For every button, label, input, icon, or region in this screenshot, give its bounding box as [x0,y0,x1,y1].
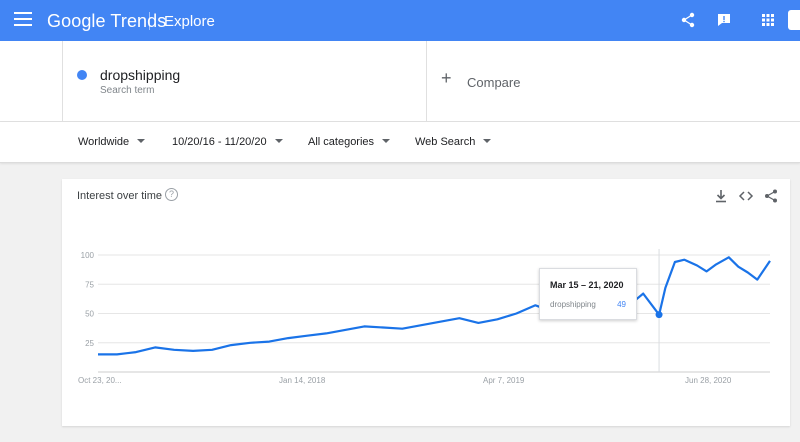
feedback-icon[interactable] [714,10,734,30]
y-tick-label: 100 [81,251,95,260]
search-term-bar: dropshipping Search term + Compare [0,41,800,122]
search-term-name[interactable]: dropshipping [100,67,180,83]
tooltip-value: 49 [617,300,626,309]
data-point[interactable] [154,346,157,349]
data-point[interactable] [325,332,328,335]
data-point[interactable] [192,349,195,352]
data-point[interactable] [705,270,708,273]
data-point[interactable] [135,351,138,354]
data-point[interactable] [458,317,461,320]
date-range-filter[interactable]: 10/20/16 - 11/20/20 [172,136,283,148]
search-term-subtitle: Search term [100,85,155,96]
data-point[interactable] [769,259,772,262]
data-point[interactable] [737,265,740,268]
data-point[interactable] [642,292,645,295]
data-point[interactable] [439,320,442,323]
data-point[interactable] [173,348,176,351]
filter-bar: Worldwide 10/20/16 - 11/20/20 All catego… [0,122,800,163]
tooltip-date: Mar 15 – 21, 2020 [550,280,624,290]
plus-icon: + [441,68,452,88]
apps-grid-icon[interactable] [758,10,778,30]
data-point[interactable] [268,340,271,343]
data-point[interactable] [420,324,423,327]
data-point[interactable] [477,321,480,324]
x-tick-label: Oct 23, 20... [78,376,122,385]
caret-down-icon [137,139,146,143]
data-point[interactable] [116,353,119,356]
region-filter[interactable]: Worldwide [78,136,146,148]
search-type-filter[interactable]: Web Search [415,136,492,148]
x-tick-label: Jun 28, 2020 [685,376,732,385]
data-point[interactable] [344,328,347,331]
series-line-dropshipping[interactable] [98,256,771,356]
caret-down-icon [483,139,492,143]
date-range-label: 10/20/16 - 11/20/20 [172,136,267,148]
y-tick-label: 25 [85,339,94,348]
hover-point[interactable] [655,311,663,319]
data-point[interactable] [363,325,366,328]
share-icon[interactable] [678,10,698,30]
data-point[interactable] [306,334,309,337]
data-point[interactable] [287,337,290,340]
region-filter-label: Worldwide [78,136,130,148]
app-bar: Google Trends Explore [0,0,800,41]
data-point[interactable] [756,278,759,281]
data-point[interactable] [683,258,686,261]
tooltip-term: dropshipping [550,300,596,309]
caret-down-icon [382,139,391,143]
data-point[interactable] [211,348,214,351]
data-point[interactable] [249,341,252,344]
data-point[interactable] [673,261,676,264]
data-point[interactable] [696,264,699,267]
caret-down-icon [274,139,283,143]
search-term-card[interactable]: dropshipping Search term [62,41,427,122]
x-tick-label: Apr 7, 2019 [483,376,525,385]
data-point[interactable] [97,353,100,356]
data-point[interactable] [401,327,404,330]
search-type-label: Web Search [415,136,476,148]
y-tick-label: 50 [85,310,94,319]
menu-icon[interactable] [14,12,32,28]
x-tick-label: Jan 14, 2018 [279,376,326,385]
term-color-dot [77,70,87,80]
chart-tooltip: Mar 15 – 21, 2020 dropshipping 49 [539,268,637,320]
data-point[interactable] [534,304,537,307]
compare-label: Compare [467,75,521,90]
interest-line-chart[interactable]: 100 75 50 25 Oct 23, 20... Jan 14, 2018 Apr 7,… [62,179,790,426]
account-avatar[interactable] [788,10,800,30]
data-point[interactable] [664,286,667,289]
header-divider [149,12,150,30]
data-point[interactable] [382,326,385,329]
data-point[interactable] [515,312,518,315]
category-filter[interactable]: All categories [308,136,391,148]
data-point[interactable] [230,344,233,347]
y-tick-label: 75 [85,280,94,289]
category-filter-label: All categories [308,136,375,148]
data-point[interactable] [727,256,730,259]
page-title: Explore [164,13,215,30]
interest-over-time-card: Interest over time ? 100 75 50 25 Oct 23, 20… [62,179,790,426]
data-point[interactable] [715,263,718,266]
data-point[interactable] [746,271,749,274]
data-point[interactable] [496,318,499,321]
